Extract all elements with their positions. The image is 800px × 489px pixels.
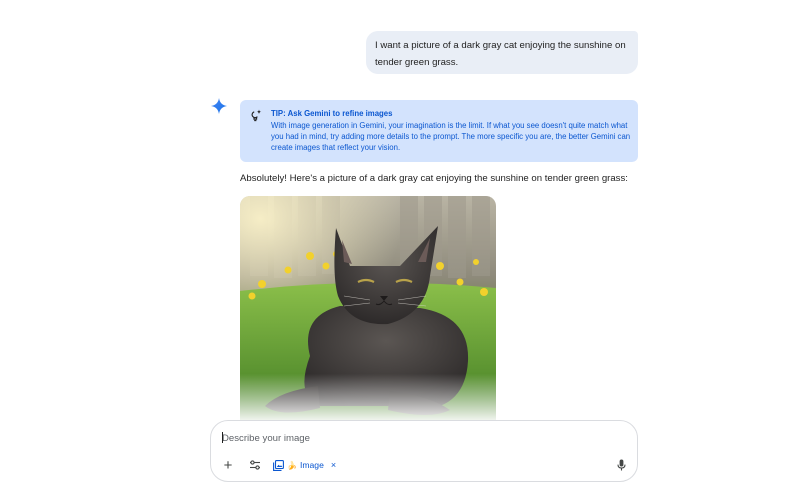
- prompt-composer: + 🍌 Image ×: [210, 420, 638, 482]
- lightbulb-sparkle-icon: [251, 109, 262, 122]
- tools-button[interactable]: [248, 457, 262, 473]
- add-button[interactable]: +: [221, 457, 235, 473]
- user-message-text: I want a picture of a dark gray cat enjo…: [375, 40, 626, 68]
- plus-icon: +: [223, 456, 233, 474]
- tune-icon: [250, 460, 260, 470]
- gemini-sparkle-icon: [211, 98, 227, 114]
- response-text: Absolutely! Here's a picture of a dark g…: [240, 173, 628, 184]
- gemini-chat-page: I want a picture of a dark gray cat enjo…: [0, 0, 800, 489]
- user-message-bubble: I want a picture of a dark gray cat enjo…: [366, 31, 638, 74]
- generated-cat-image[interactable]: [240, 196, 496, 424]
- microphone-icon: [616, 459, 626, 471]
- tip-card: TIP: Ask Gemini to refine images With im…: [240, 100, 638, 162]
- cat-image-illustration: [240, 196, 496, 424]
- tip-title: TIP: Ask Gemini to refine images: [271, 109, 393, 118]
- text-cursor: [222, 432, 223, 443]
- banana-emoji: 🍌: [287, 460, 297, 470]
- image-chip-label: Image: [299, 460, 324, 470]
- microphone-button[interactable]: [615, 457, 627, 473]
- image-mode-chip[interactable]: 🍌 Image ×: [273, 457, 336, 473]
- close-icon[interactable]: ×: [331, 460, 336, 470]
- tip-body: With image generation in Gemini, your im…: [271, 121, 631, 153]
- image-gallery-icon: [273, 459, 284, 471]
- prompt-input[interactable]: [222, 430, 582, 446]
